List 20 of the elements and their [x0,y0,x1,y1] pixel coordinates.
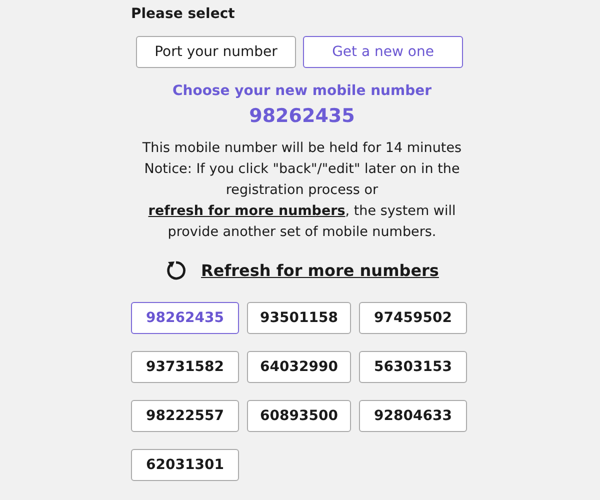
prompt-label: Please select [131,5,235,23]
notice-text: Notice: If you click "back"/"edit" later on in the registration process or refresh for more numbers, the system will provide another set of mobile numbers. [143,160,461,242]
hold-text: This mobile number will be held for 14 minutes [142,139,462,158]
number-option[interactable]: 93731582 [131,351,239,383]
number-option[interactable]: 97459502 [359,302,467,334]
number-option[interactable]: 62031301 [131,449,239,481]
refresh-link[interactable]: Refresh for more numbers [201,260,439,280]
number-option[interactable]: 64032990 [247,351,351,383]
number-option[interactable]: 56303153 [359,351,467,383]
option-button[interactable]: Get a new one [303,36,463,68]
section-heading: Choose your new mobile number [172,82,432,100]
number-option[interactable]: 92804633 [359,400,467,432]
number-option[interactable]: 98222557 [131,400,239,432]
option-button[interactable]: Port your number [136,36,296,68]
chosen-number: 98262435 [249,104,355,128]
number-option[interactable]: 60893500 [247,400,351,432]
number-option[interactable]: 98262435 [131,302,239,334]
refresh-icon[interactable] [165,259,188,281]
refresh-inline-link[interactable]: refresh for more numbers [148,203,346,219]
number-option[interactable]: 93501158 [247,302,351,334]
